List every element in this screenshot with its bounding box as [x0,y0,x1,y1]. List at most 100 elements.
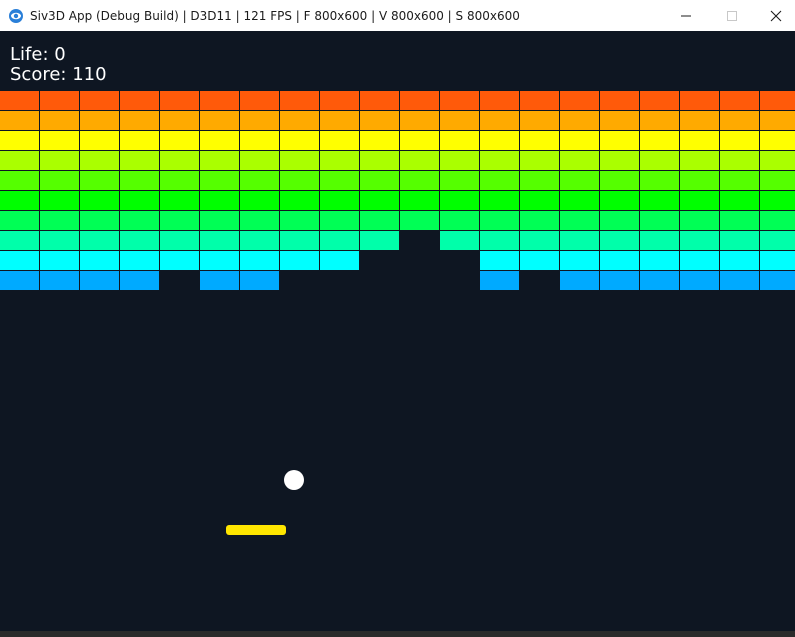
brick [640,171,680,191]
brick [760,151,795,171]
brick [80,131,120,151]
brick [640,271,680,291]
brick [600,191,640,211]
brick [80,151,120,171]
brick [480,151,520,171]
brick [240,131,280,151]
brick [560,131,600,151]
brick [600,91,640,111]
brick [680,271,720,291]
brick [240,111,280,131]
brick [360,231,400,251]
brick [120,231,160,251]
brick [720,171,760,191]
brick [640,191,680,211]
brick [0,211,40,231]
brick [160,91,200,111]
brick [640,111,680,131]
close-button[interactable] [753,0,795,31]
brick [520,171,560,191]
brick [120,251,160,271]
brick [520,151,560,171]
brick [640,131,680,151]
brick [40,211,80,231]
brick [160,191,200,211]
brick [760,131,795,151]
brick [720,251,760,271]
brick [440,151,480,171]
brick [600,151,640,171]
title-bar[interactable]: Siv3D App (Debug Build) | D3D11 | 121 FP… [0,0,795,31]
brick [80,191,120,211]
brick [320,171,360,191]
minimize-button[interactable] [663,0,709,31]
brick [520,131,560,151]
brick [480,271,520,291]
brick [320,91,360,111]
brick [360,171,400,191]
brick [280,111,320,131]
brick [280,131,320,151]
brick [440,171,480,191]
brick [360,151,400,171]
brick [120,151,160,171]
brick [560,171,600,191]
brick [560,231,600,251]
paddle[interactable] [226,525,286,535]
brick [200,111,240,131]
brick [160,251,200,271]
brick [120,131,160,151]
brick [560,211,600,231]
brick [600,211,640,231]
brick [320,251,360,271]
brick [560,91,600,111]
brick [720,91,760,111]
brick [440,231,480,251]
brick [680,151,720,171]
brick [760,111,795,131]
life-counter: Life: 0 [10,44,66,65]
brick [80,271,120,291]
brick [280,171,320,191]
brick [720,211,760,231]
brick [40,251,80,271]
brick [640,231,680,251]
brick [440,211,480,231]
maximize-button[interactable] [709,0,755,31]
brick [160,131,200,151]
brick [600,131,640,151]
brick [160,151,200,171]
brick [680,231,720,251]
brick [600,111,640,131]
brick [160,111,200,131]
brick [760,171,795,191]
brick [400,191,440,211]
brick [80,91,120,111]
brick [80,211,120,231]
brick [600,231,640,251]
brick [0,111,40,131]
brick [400,151,440,171]
brick [360,131,400,151]
brick [360,111,400,131]
brick [320,231,360,251]
brick [640,91,680,111]
game-canvas[interactable]: Life: 0 Score: 110 [0,31,795,631]
brick [240,231,280,251]
brick [200,91,240,111]
close-icon [770,10,782,21]
brick [760,251,795,271]
brick [520,251,560,271]
brick [40,151,80,171]
brick [120,271,160,291]
siv3d-app-icon [8,8,24,24]
brick [200,171,240,191]
brick [40,91,80,111]
brick [440,111,480,131]
brick [520,111,560,131]
brick [480,231,520,251]
brick [680,191,720,211]
brick [0,271,40,291]
brick [480,111,520,131]
brick [240,191,280,211]
